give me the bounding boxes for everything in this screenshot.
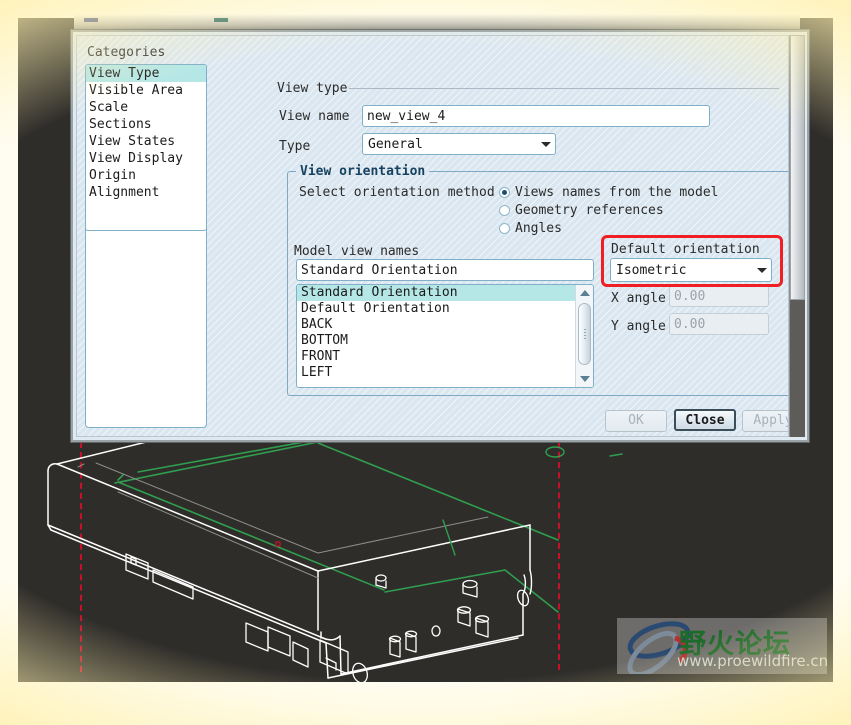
dialog-scrollbar-thumb[interactable] xyxy=(790,35,805,300)
listbox-item-default-orientation[interactable]: Default Orientation xyxy=(297,301,575,317)
radio-label: Angles xyxy=(515,221,562,236)
view-name-label: View name xyxy=(279,109,350,124)
categories-list[interactable]: View Type Visible Area Scale Sections Vi… xyxy=(85,64,207,231)
forum-watermark: 野火论坛 www.proewildfire.cn xyxy=(617,618,827,674)
model-view-names-input[interactable] xyxy=(296,259,594,281)
model-viewport[interactable]: 野火论坛 www.proewildfire.cn xyxy=(18,442,833,682)
listbox-item-left[interactable]: LEFT xyxy=(297,365,575,381)
listbox-scrollbar[interactable] xyxy=(575,285,593,387)
type-combobox[interactable]: General xyxy=(362,133,556,155)
radio-geometry-references[interactable]: Geometry references xyxy=(499,203,759,219)
radio-indicator xyxy=(499,205,510,216)
category-item-view-type[interactable]: View Type xyxy=(86,65,206,82)
listbox-item-standard-orientation[interactable]: Standard Orientation xyxy=(297,285,575,301)
ok-button[interactable]: OK xyxy=(605,410,667,432)
type-label: Type xyxy=(279,139,311,154)
apply-button[interactable]: Apply xyxy=(742,410,788,432)
model-view-names-label: Model view names xyxy=(294,244,420,259)
category-item-alignment[interactable]: Alignment xyxy=(86,184,206,201)
view-orientation-legend: View orientation xyxy=(296,164,429,179)
listbox-item-front[interactable]: FRONT xyxy=(297,349,575,365)
chevron-down-icon xyxy=(541,142,551,147)
dialog-vertical-scrollbar[interactable] xyxy=(789,35,805,437)
scrollbar-grip-icon xyxy=(583,329,586,339)
close-button[interactable]: Close xyxy=(674,409,736,431)
scroll-up-arrow-icon[interactable] xyxy=(578,287,591,300)
titlebar-icon-right xyxy=(214,18,228,22)
category-item-visible-area[interactable]: Visible Area xyxy=(86,82,206,99)
view-type-group-rule xyxy=(349,88,779,89)
default-orientation-value: Isometric xyxy=(616,263,687,278)
radio-angles[interactable]: Angles xyxy=(499,221,759,237)
category-item-scale[interactable]: Scale xyxy=(86,99,206,116)
default-orientation-label: Default orientation xyxy=(611,242,760,257)
category-item-view-states[interactable]: View States xyxy=(86,133,206,150)
default-orientation-combobox[interactable]: Isometric xyxy=(610,258,772,282)
orientation-method-label: Select orientation method xyxy=(299,185,495,200)
radio-indicator xyxy=(499,223,510,234)
screenshot-root: Categories View Type Visible Area Scale … xyxy=(0,0,851,725)
chevron-down-icon xyxy=(757,268,767,273)
scroll-down-arrow-icon[interactable] xyxy=(578,372,591,385)
y-angle-input[interactable] xyxy=(669,313,769,335)
radio-indicator xyxy=(499,187,510,198)
view-type-group-label: View type xyxy=(277,81,348,96)
category-item-origin[interactable]: Origin xyxy=(86,167,206,184)
radio-label: Views names from the model xyxy=(515,185,719,200)
listbox-item-back[interactable]: BACK xyxy=(297,317,575,333)
model-view-names-listbox[interactable]: Standard Orientation Default Orientation… xyxy=(296,284,594,388)
watermark-url: www.proewildfire.cn xyxy=(677,652,827,670)
listbox-item-bottom[interactable]: BOTTOM xyxy=(297,333,575,349)
y-angle-label: Y angle xyxy=(611,319,666,334)
categories-label: Categories xyxy=(87,45,166,60)
x-angle-input[interactable] xyxy=(669,285,769,307)
category-item-sections[interactable]: Sections xyxy=(86,116,206,133)
category-item-view-display[interactable]: View Display xyxy=(86,150,206,167)
listbox-items: Standard Orientation Default Orientation… xyxy=(297,285,575,387)
view-name-input[interactable] xyxy=(362,105,710,127)
scrollbar-thumb[interactable] xyxy=(578,303,591,365)
type-combobox-value: General xyxy=(368,137,423,152)
drawing-view-dialog: Categories View Type Visible Area Scale … xyxy=(71,30,809,442)
radio-label: Geometry references xyxy=(515,203,664,218)
dialog-content: Categories View Type Visible Area Scale … xyxy=(76,35,789,437)
x-angle-label: X angle xyxy=(611,291,666,306)
titlebar-icon-left xyxy=(84,18,98,22)
radio-views-names-from-model[interactable]: Views names from the model xyxy=(499,185,759,201)
